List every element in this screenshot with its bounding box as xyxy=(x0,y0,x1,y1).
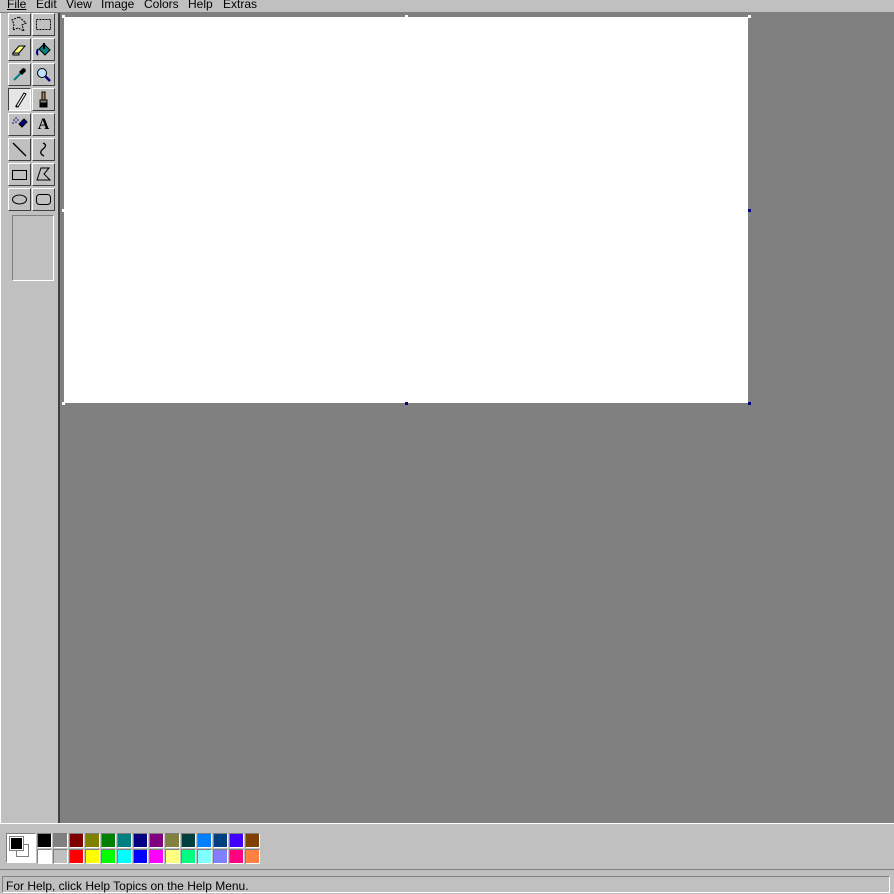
tool-rect-select[interactable] xyxy=(32,13,55,36)
curve-icon xyxy=(40,142,47,157)
palette-swatch-top-6[interactable] xyxy=(133,833,148,848)
status-panel: For Help, click Help Topics on the Help … xyxy=(2,876,890,893)
palette-swatch-bottom-0[interactable] xyxy=(37,849,52,864)
menu-view-label: View xyxy=(66,0,92,11)
tool-rounded-rectangle[interactable] xyxy=(32,188,55,211)
drawing-canvas[interactable] xyxy=(64,17,748,403)
palette-swatch-bottom-11[interactable] xyxy=(213,849,228,864)
status-text: For Help, click Help Topics on the Help … xyxy=(6,879,249,893)
tool-polygon[interactable] xyxy=(32,163,55,186)
tool-brush[interactable] xyxy=(32,88,55,111)
menu-view[interactable]: View xyxy=(66,0,92,11)
menu-image[interactable]: Image xyxy=(101,0,134,11)
palette-swatch-top-1[interactable] xyxy=(53,833,68,848)
palette-swatch-top-9[interactable] xyxy=(181,833,196,848)
menu-help-label: Help xyxy=(188,0,213,11)
palette-swatch-top-10[interactable] xyxy=(197,833,212,848)
color-box xyxy=(0,823,894,869)
tool-pencil[interactable] xyxy=(8,88,31,111)
tool-free-form-select[interactable] xyxy=(8,13,31,36)
canvas-workspace xyxy=(59,13,894,823)
line-icon xyxy=(12,142,27,157)
palette-swatch-bottom-12[interactable] xyxy=(229,849,244,864)
palette-swatch-top-0[interactable] xyxy=(37,833,52,848)
palette-swatch-bottom-3[interactable] xyxy=(85,849,100,864)
palette-swatch-top-12[interactable] xyxy=(229,833,244,848)
rectangle-icon xyxy=(12,170,27,180)
palette-swatch-bottom-10[interactable] xyxy=(197,849,212,864)
text-icon: A xyxy=(37,115,50,133)
palette-swatch-top-5[interactable] xyxy=(117,833,132,848)
menu-edit-label: Edit xyxy=(36,0,57,11)
palette-swatch-bottom-9[interactable] xyxy=(181,849,196,864)
tool-eraser[interactable] xyxy=(8,38,31,61)
palette-swatch-bottom-8[interactable] xyxy=(165,849,180,864)
resize-handle-bottom[interactable] xyxy=(405,402,408,405)
foreground-color-swatch xyxy=(9,836,24,851)
eraser-icon xyxy=(11,45,27,56)
polygon-icon xyxy=(36,167,52,181)
resize-handle-top-right xyxy=(748,15,751,18)
tool-ellipse[interactable] xyxy=(8,188,31,211)
palette-swatch-top-3[interactable] xyxy=(85,833,100,848)
palette-swatch-top-8[interactable] xyxy=(165,833,180,848)
menu-colors[interactable]: Colors xyxy=(144,0,179,11)
resize-handle-top xyxy=(405,15,408,18)
palette-swatch-bottom-13[interactable] xyxy=(245,849,260,864)
menu-edit[interactable]: Edit xyxy=(36,0,57,11)
resize-handle-bottom-left xyxy=(62,402,65,405)
palette-swatch-top-2[interactable] xyxy=(69,833,84,848)
tool-options-box[interactable] xyxy=(12,215,54,281)
menu-file-label: File xyxy=(7,0,27,11)
menu-extras[interactable]: Extras xyxy=(223,0,257,11)
brush-icon xyxy=(39,91,48,108)
tool-magnifier[interactable] xyxy=(32,63,55,86)
resize-handle-top-left xyxy=(62,15,65,18)
menu-image-label: Image xyxy=(101,0,135,11)
status-bar: For Help, click Help Topics on the Help … xyxy=(0,869,894,894)
color-picker-icon xyxy=(13,68,26,81)
magnifier-icon xyxy=(37,68,51,82)
tool-pick-color[interactable] xyxy=(8,63,31,86)
palette-swatch-bottom-4[interactable] xyxy=(101,849,116,864)
tool-airbrush[interactable] xyxy=(8,113,31,136)
menu-extras-label: Extras xyxy=(223,0,258,11)
tool-curve[interactable] xyxy=(32,138,55,161)
tool-fill[interactable] xyxy=(32,38,55,61)
menu-help[interactable]: Help xyxy=(188,0,213,11)
palette-swatch-bottom-6[interactable] xyxy=(133,849,148,864)
menu-bar: File Edit View Image Colors Help Extras xyxy=(0,0,894,12)
resize-handle-bottom-right[interactable] xyxy=(748,402,751,405)
rounded-rectangle-icon xyxy=(36,194,51,205)
palette-swatch-bottom-2[interactable] xyxy=(69,849,84,864)
palette-swatch-top-4[interactable] xyxy=(101,833,116,848)
free-form-select-icon xyxy=(11,16,27,32)
tool-text[interactable]: A xyxy=(32,113,55,136)
fill-bucket-icon xyxy=(36,43,51,56)
palette-swatch-bottom-5[interactable] xyxy=(117,849,132,864)
palette-swatch-bottom-7[interactable] xyxy=(149,849,164,864)
pencil-icon xyxy=(15,92,27,108)
paint-window: File Edit View Image Colors Help Extras xyxy=(0,0,894,894)
menu-file[interactable]: File xyxy=(7,0,26,11)
toolbox: A xyxy=(0,13,59,823)
current-colors-indicator[interactable] xyxy=(6,833,36,863)
tool-rectangle[interactable] xyxy=(8,163,31,186)
tool-line[interactable] xyxy=(8,138,31,161)
palette-swatch-top-7[interactable] xyxy=(149,833,164,848)
palette-swatch-top-11[interactable] xyxy=(213,833,228,848)
rect-select-icon xyxy=(36,19,51,30)
palette-swatch-bottom-1[interactable] xyxy=(53,849,68,864)
airbrush-icon xyxy=(12,117,28,128)
menu-colors-label: Colors xyxy=(144,0,179,11)
palette-swatch-top-13[interactable] xyxy=(245,833,260,848)
resize-handle-left xyxy=(62,209,65,212)
ellipse-icon xyxy=(12,194,27,205)
resize-handle-right[interactable] xyxy=(748,209,751,212)
